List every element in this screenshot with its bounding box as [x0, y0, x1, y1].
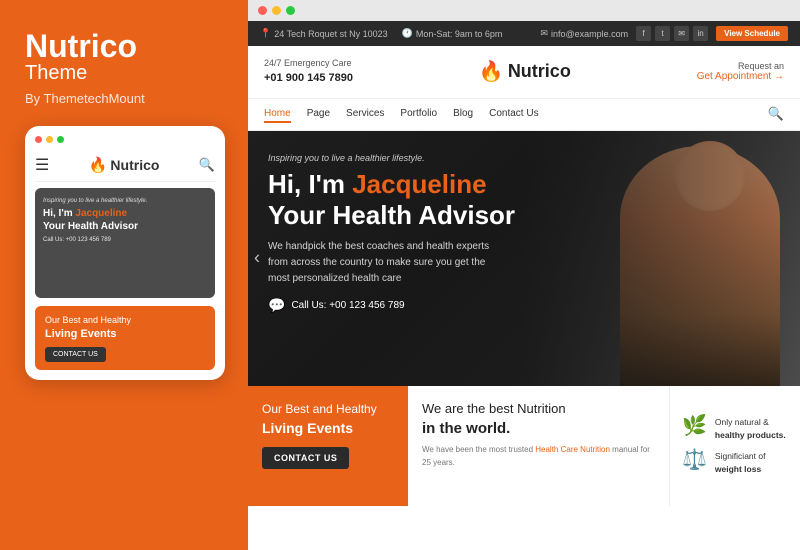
logo-flame-icon: 🔥 [479, 59, 504, 84]
flame-icon: 🔥 [89, 156, 108, 174]
mobile-window-dots [35, 136, 215, 143]
whatsapp-icon: 💬 [268, 297, 285, 314]
brand-by: By ThemetechMount [25, 91, 223, 106]
contact-us-button[interactable]: CONTACT US [262, 447, 349, 469]
brand-sub: Theme [25, 62, 223, 85]
mobile-search-icon[interactable]: 🔍 [199, 157, 215, 173]
topbar-right: ✉ info@example.com f t ✉ in View Schedul… [540, 26, 788, 41]
hero-title: Hi, I'm Jacqueline Your Health Advisor [268, 169, 780, 231]
desktop-dot-red [258, 6, 267, 15]
natural-products-icon: 🌿 [682, 416, 707, 436]
topbar-address: 📍 24 Tech Roquet st Ny 10023 [260, 28, 388, 39]
feature-weight: ⚖️ Significiant of weight loss [682, 450, 788, 476]
desktop-topbar: 📍 24 Tech Roquet st Ny 10023 🕐 Mon-Sat: … [248, 21, 800, 46]
mail-icon[interactable]: ✉ [674, 26, 689, 41]
nav-links: Home Page Services Portfolio Blog Contac… [264, 106, 539, 123]
hamburger-icon[interactable]: ☰ [35, 155, 49, 175]
mobile-hero-text: Inspiring you to live a healthier lifest… [43, 198, 207, 243]
desktop-dot-yellow [272, 6, 281, 15]
nav-portfolio[interactable]: Portfolio [400, 106, 437, 123]
nav-search-icon[interactable]: 🔍 [768, 106, 784, 122]
nutrition-link[interactable]: Health Care Nutrition [535, 445, 610, 454]
nutrition-desc: We have been the most trusted Health Car… [422, 444, 655, 470]
bottom-section: Our Best and Healthy Living Events CONTA… [248, 386, 800, 506]
nav-page[interactable]: Page [307, 106, 330, 123]
nav-home[interactable]: Home [264, 106, 291, 123]
mobile-events: Our Best and Healthy Living Events CONTA… [35, 306, 215, 370]
mobile-events-title: Our Best and Healthy Living Events [45, 314, 205, 342]
nav-services[interactable]: Services [346, 106, 384, 123]
events-title: Our Best and Healthy Living Events [262, 400, 394, 439]
feature-natural-text: Only natural & healthy products. [715, 416, 786, 442]
mobile-call-us: Call Us: +00 123 456 789 [43, 237, 207, 243]
view-schedule-button[interactable]: View Schedule [716, 26, 788, 41]
hero-subtitle: We handpick the best coaches and health … [268, 239, 508, 287]
header-right: Request an Get Appointment → [697, 61, 784, 82]
feature-weight-text: Significiant of weight loss [715, 450, 766, 476]
desktop-window-dots [248, 0, 800, 21]
social-icons: f t ✉ in [636, 26, 708, 41]
mobile-nav: ☰ 🔥 Nutrico 🔍 [35, 151, 215, 182]
mobile-hero: Inspiring you to live a healthier lifest… [35, 188, 215, 298]
nav-blog[interactable]: Blog [453, 106, 473, 123]
dot-green [57, 136, 64, 143]
get-appointment-link[interactable]: Get Appointment → [697, 71, 784, 82]
mobile-logo: 🔥 Nutrico [89, 156, 160, 174]
topbar-email: ✉ info@example.com [540, 28, 628, 39]
nutrition-title: We are the best Nutrition in the world. [422, 400, 655, 439]
desktop-mockup: 📍 24 Tech Roquet st Ny 10023 🕐 Mon-Sat: … [248, 0, 800, 550]
main-nav: Home Page Services Portfolio Blog Contac… [248, 99, 800, 131]
header-logo: 🔥 Nutrico [479, 59, 571, 84]
weight-loss-icon: ⚖️ [682, 450, 707, 470]
twitter-icon[interactable]: t [655, 26, 670, 41]
main-header: 24/7 Emergency Care +01 900 145 7890 🔥 N… [248, 46, 800, 99]
mobile-contact-btn[interactable]: CONTACT US [45, 347, 106, 362]
left-panel: Nutrico Theme By ThemetechMount ☰ 🔥 Nutr… [0, 0, 248, 550]
hero-prev-arrow[interactable]: ‹ [254, 248, 260, 269]
facebook-icon[interactable]: f [636, 26, 651, 41]
hero-name-orange: Jacqueline [352, 169, 486, 199]
events-panel: Our Best and Healthy Living Events CONTA… [248, 386, 408, 506]
topbar-hours: 🕐 Mon-Sat: 9am to 6pm [402, 28, 503, 39]
nav-contact[interactable]: Contact Us [489, 106, 538, 123]
hero-section: ‹ Inspiring you to live a healthier life… [248, 131, 800, 386]
hero-call-text: Call Us: +00 123 456 789 [291, 300, 404, 311]
hero-cta: 💬 Call Us: +00 123 456 789 [268, 297, 780, 314]
hero-content: Inspiring you to live a healthier lifest… [248, 131, 800, 336]
mobile-mockup: ☰ 🔥 Nutrico 🔍 Inspiring you to live a he… [25, 126, 225, 380]
desktop-dot-green [286, 6, 295, 15]
mobile-inspiring: Inspiring you to live a healthier lifest… [43, 198, 207, 204]
nutrition-panel: We are the best Nutrition in the world. … [408, 386, 670, 506]
features-panel: 🌿 Only natural & healthy products. ⚖️ Si… [670, 386, 800, 506]
mobile-hero-title: Hi, I'm Jacqueline Your Health Advisor [43, 207, 207, 233]
feature-natural: 🌿 Only natural & healthy products. [682, 416, 788, 442]
dot-red [35, 136, 42, 143]
topbar-left: 📍 24 Tech Roquet st Ny 10023 🕐 Mon-Sat: … [260, 28, 502, 39]
brand-name: Nutrico [25, 30, 223, 62]
linkedin-icon[interactable]: in [693, 26, 708, 41]
header-emergency: 24/7 Emergency Care +01 900 145 7890 [264, 56, 353, 88]
hero-inspiring-text: Inspiring you to live a healthier lifest… [268, 153, 780, 163]
dot-yellow [46, 136, 53, 143]
